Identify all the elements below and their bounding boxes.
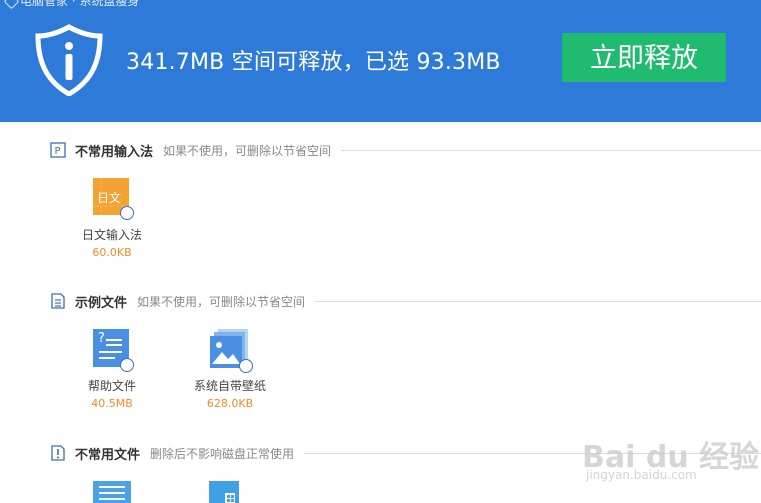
- svg-text:P: P: [55, 146, 61, 157]
- partial-folder-icon: [209, 481, 249, 503]
- list-item-help-files[interactable]: ? 帮助文件 40.5MB: [57, 328, 167, 410]
- item-size: 60.0KB: [92, 246, 132, 259]
- section-header: 不常用文件 删除后不影响磁盘正常使用: [50, 444, 761, 463]
- shield-info-icon: [35, 24, 103, 96]
- select-checkbox[interactable]: [239, 359, 253, 373]
- section-header: P 不常用输入法 如果不使用，可删除以节省空间: [50, 141, 761, 160]
- section-title: 不常用输入法: [75, 144, 154, 160]
- select-checkbox[interactable]: [120, 358, 134, 372]
- item-label: 系统自带壁纸: [193, 379, 266, 393]
- list-item-wallpapers[interactable]: 系统自带壁纸 628.0KB: [175, 328, 285, 410]
- section-header: 示例文件 如果不使用，可删除以节省空间: [50, 292, 761, 311]
- section-description: 如果不使用，可删除以节省空间: [163, 143, 332, 158]
- item-size: 40.5MB: [91, 397, 133, 410]
- release-now-button[interactable]: 立即释放: [562, 33, 726, 82]
- list-item-japanese-ime[interactable]: 日文 日文输入法 60.0KB: [57, 177, 167, 259]
- window-title: 电脑管家 · 系统盘瘦身: [20, 0, 140, 8]
- free-space-headline: 341.7MB 空间可释放，已选 93.3MB: [126, 50, 501, 75]
- select-checkbox[interactable]: [120, 206, 134, 220]
- ime-icon-text: 日文: [97, 191, 122, 205]
- item-size: 628.0KB: [206, 397, 254, 410]
- section-description: 删除后不影响磁盘正常使用: [150, 446, 295, 461]
- item-label: 日文输入法: [81, 228, 142, 242]
- keyboard-p-icon: P: [50, 142, 66, 158]
- section-description: 如果不使用，可删除以节省空间: [137, 294, 306, 309]
- help-icon-text: ?: [98, 331, 105, 346]
- section-divider: [341, 149, 761, 151]
- section-title: 不常用文件: [75, 447, 141, 463]
- section-divider: [304, 452, 761, 454]
- watermark-sub: jingyan.baidu.com: [586, 468, 697, 482]
- section-title: 示例文件: [75, 295, 128, 311]
- app-logo-icon: [3, 0, 20, 10]
- item-label: 帮助文件: [87, 379, 136, 393]
- alert-file-icon: [51, 445, 65, 461]
- japanese-ime-icon: 日文: [91, 177, 134, 220]
- window-title-bar: 电脑管家 · 系统盘瘦身: [0, 0, 240, 10]
- header-banner: 电脑管家 · 系统盘瘦身 341.7MB 空间可释放，已选 93.3MB 立即释…: [0, 0, 761, 122]
- document-icon: [51, 293, 65, 309]
- help-file-icon: ?: [91, 328, 134, 372]
- wallpaper-icon: [209, 328, 253, 373]
- partial-file-icon: [93, 481, 131, 503]
- section-divider: [315, 300, 761, 302]
